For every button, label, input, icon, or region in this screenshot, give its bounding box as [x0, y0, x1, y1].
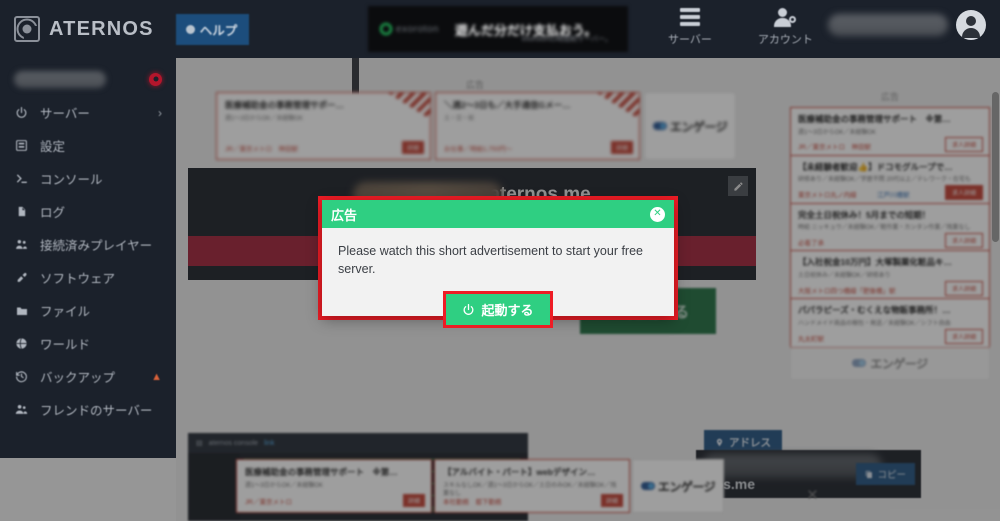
chevron-right-icon: ›: [158, 105, 162, 120]
sidebar-item-label: 設定: [40, 140, 66, 154]
header-nav-account[interactable]: アカウント: [758, 8, 813, 47]
modal-header: 広告 ✕: [322, 200, 674, 228]
aternos-logo-icon: [14, 16, 40, 42]
help-button[interactable]: ヘルプ: [175, 13, 250, 45]
players-icon: [14, 238, 29, 251]
brand[interactable]: ATERNOS: [14, 16, 154, 42]
top-header: ATERNOS ヘルプ exoroton 遊んだ分だけ支払おう。 exoroto…: [0, 0, 1000, 58]
help-button-label: ヘルプ: [199, 23, 238, 38]
brand-name: ATERNOS: [49, 17, 154, 40]
sidebar-item-files[interactable]: ファイル: [0, 294, 176, 327]
power-icon: [464, 304, 474, 316]
modal-start-button-label: 起動する: [481, 303, 534, 319]
sidebar-server-name-redacted: [14, 70, 106, 88]
plug-icon: [14, 271, 29, 284]
sidebar-item-software[interactable]: ソフトウェア: [0, 261, 176, 294]
header-nav-label: アカウント: [757, 34, 813, 46]
sidebar-item-label: ソフトウェア: [40, 272, 116, 286]
globe-icon: [14, 337, 29, 350]
modal-body: Please watch this short advertisement to…: [322, 228, 674, 329]
sidebar-item-label: コンソール: [40, 173, 103, 187]
close-circle-icon[interactable]: ✕: [650, 206, 665, 222]
exoroton-ring-icon: [380, 23, 392, 35]
server-stack-icon: [668, 7, 712, 28]
header-user-menu[interactable]: [828, 10, 986, 40]
sidebar-item-label: バックアップ: [40, 371, 116, 385]
sidebar: サーバー › 設定 コンソール ログ 接続済みプレイヤー ソフトウェア ファイル…: [0, 58, 176, 458]
history-icon: [14, 370, 29, 383]
advertisement-modal: 広告 ✕ Please watch this short advertiseme…: [322, 200, 674, 329]
header-advertisement[interactable]: exoroton 遊んだ分だけ支払おう。 exorotonの時間制サーバー。: [368, 6, 628, 52]
modal-body-text: Please watch this short advertisement to…: [338, 244, 643, 277]
power-icon: [14, 106, 29, 119]
sidebar-server-row[interactable]: [0, 62, 176, 96]
sidebar-item-label: ログ: [40, 206, 66, 220]
backup-warning-icon: ▲: [151, 370, 162, 383]
sidebar-item-label: ワールド: [40, 338, 91, 352]
sidebar-item-server[interactable]: サーバー ›: [0, 96, 176, 129]
sidebar-item-label: ファイル: [40, 305, 91, 319]
sidebar-item-backup[interactable]: バックアップ ▲: [0, 360, 176, 393]
help-circle-icon: [185, 24, 195, 34]
sidebar-item-connected-players[interactable]: 接続済みプレイヤー: [0, 228, 176, 261]
friends-icon: [14, 403, 29, 416]
account-person-icon: [758, 8, 813, 28]
document-icon: [14, 205, 29, 218]
sidebar-item-label: フレンドのサーバー: [40, 404, 153, 418]
modal-start-button[interactable]: 起動する: [446, 294, 550, 326]
header-ad-subline: exorotonの時間制サーバー。: [521, 36, 612, 43]
header-nav: サーバー アカウント: [668, 7, 813, 47]
sidebar-item-friends-servers[interactable]: フレンドのサーバー: [0, 393, 176, 426]
exoroton-brand-label: exoroton: [396, 23, 439, 35]
header-nav-servers[interactable]: サーバー: [668, 7, 712, 47]
header-nav-label: サーバー: [668, 34, 712, 46]
start-button-annotation-box: 起動する: [443, 291, 553, 329]
sliders-icon: [14, 139, 29, 152]
username-redacted: [828, 14, 948, 36]
sidebar-item-console[interactable]: コンソール: [0, 162, 176, 195]
terminal-icon: [14, 172, 29, 185]
avatar[interactable]: [956, 10, 986, 40]
folder-icon: [14, 305, 29, 317]
sidebar-item-log[interactable]: ログ: [0, 195, 176, 228]
server-status-dot-icon: [149, 72, 162, 86]
sidebar-item-label: サーバー: [40, 107, 90, 121]
modal-actions: 起動する: [338, 291, 658, 329]
app-root: 広告 医療補助金の事務管理サポー… 週1〜3日からOK／未経験OK JR／東京メ…: [0, 0, 1000, 521]
modal-overlay-left: [0, 458, 176, 521]
exoroton-logo: exoroton: [380, 23, 439, 35]
sidebar-item-world[interactable]: ワールド: [0, 327, 176, 360]
modal-title: 広告: [331, 207, 358, 223]
sidebar-item-label: 接続済みプレイヤー: [40, 239, 153, 253]
sidebar-item-settings[interactable]: 設定: [0, 129, 176, 162]
